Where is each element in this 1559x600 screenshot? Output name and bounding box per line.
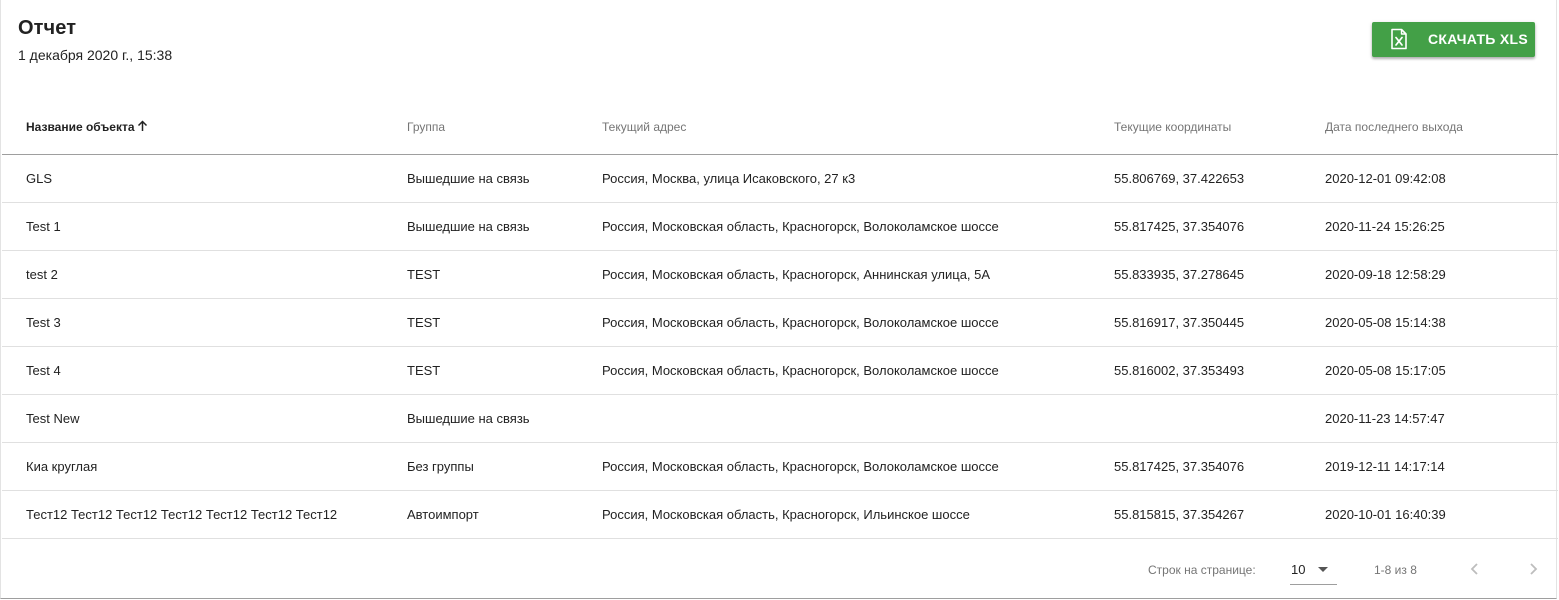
cell-address: Россия, Московская область, Красногорск,…	[602, 346, 1114, 395]
cell-address: Россия, Московская область, Красногорск,…	[602, 298, 1114, 347]
cell-coordinates: 55.817425, 37.354076	[1114, 442, 1325, 491]
rows-per-page-label: Строк на странице:	[1148, 563, 1256, 577]
table-row[interactable]: Test 3 TEST Россия, Московская область, …	[2, 298, 1558, 347]
report-table: Название объекта Группа Текущий адрес Те…	[2, 100, 1558, 539]
cell-date: 2020-10-01 16:40:39	[1325, 490, 1558, 539]
cell-coordinates: 55.817425, 37.354076	[1114, 202, 1325, 251]
report-header: Отчет 1 декабря 2020 г., 15:38 СКАЧАТЬ X…	[1, 0, 1556, 100]
cell-name: Test 3	[2, 298, 407, 347]
cell-address: Россия, Московская область, Красногорск,…	[602, 202, 1114, 251]
cell-name: Test New	[2, 394, 407, 443]
report-date: 1 декабря 2020 г., 15:38	[18, 47, 173, 63]
cell-date: 2019-12-11 14:17:14	[1325, 442, 1558, 491]
cell-address: Россия, Московская область, Красногорск,…	[602, 250, 1114, 299]
cell-date: 2020-12-01 09:42:08	[1325, 154, 1558, 203]
cell-address: Россия, Московская область, Красногорск,…	[602, 490, 1114, 539]
cell-name: Тест12 Тест12 Тест12 Тест12 Тест12 Тест1…	[2, 490, 407, 539]
column-header-label: Группа	[407, 119, 446, 134]
cell-coordinates: 55.816002, 37.353493	[1114, 346, 1325, 395]
column-header-label: Текущий адрес	[602, 119, 687, 134]
excel-file-icon	[1391, 28, 1407, 50]
chevron-right-icon[interactable]	[1523, 559, 1543, 579]
table-row[interactable]: Тест12 Тест12 Тест12 Тест12 Тест12 Тест1…	[2, 490, 1558, 539]
table-row[interactable]: GLS Вышедшие на связь Россия, Москва, ул…	[2, 154, 1558, 203]
cell-name: Test 1	[2, 202, 407, 251]
cell-group: TEST	[407, 298, 602, 347]
cell-coordinates: 55.833935, 37.278645	[1114, 250, 1325, 299]
cell-group: Вышедшие на связь	[407, 394, 602, 443]
column-header-group[interactable]: Группа	[407, 100, 602, 155]
table-pagination: Строк на странице: 10 1-8 из 8	[1, 541, 1556, 598]
cell-name: GLS	[2, 154, 407, 203]
column-header-address[interactable]: Текущий адрес	[602, 100, 1114, 155]
table-row[interactable]: Test New Вышедшие на связь 2020-11-23 14…	[2, 394, 1558, 443]
cell-date: 2020-05-08 15:17:05	[1325, 346, 1558, 395]
cell-coordinates: 55.815815, 37.354267	[1114, 490, 1325, 539]
cell-address	[602, 394, 1114, 443]
download-xls-button[interactable]: СКАЧАТЬ XLS	[1372, 22, 1535, 57]
rows-per-page-value: 10	[1291, 562, 1306, 577]
download-xls-label: СКАЧАТЬ XLS	[1428, 31, 1528, 47]
chevron-left-icon[interactable]	[1465, 559, 1485, 579]
cell-coordinates: 55.816917, 37.350445	[1114, 298, 1325, 347]
column-header-coordinates[interactable]: Текущие координаты	[1114, 100, 1325, 155]
cell-address: Россия, Московская область, Красногорск,…	[602, 442, 1114, 491]
column-header-label: Дата последнего выхода	[1325, 119, 1463, 134]
cell-date: 2020-05-08 15:14:38	[1325, 298, 1558, 347]
table-row[interactable]: Test 1 Вышедшие на связь Россия, Московс…	[2, 202, 1558, 251]
page-title: Отчет	[18, 17, 77, 39]
pagination-range: 1-8 из 8	[1374, 563, 1417, 577]
rows-per-page-select[interactable]: 10	[1290, 555, 1337, 585]
table-row[interactable]: test 2 TEST Россия, Московская область, …	[2, 250, 1558, 299]
cell-name: Киа круглая	[2, 442, 407, 491]
cell-group: TEST	[407, 250, 602, 299]
cell-group: Вышедшие на связь	[407, 202, 602, 251]
cell-coordinates	[1114, 394, 1325, 443]
cell-group: Автоимпорт	[407, 490, 602, 539]
report-page: Отчет 1 декабря 2020 г., 15:38 СКАЧАТЬ X…	[0, 0, 1558, 599]
cell-address: Россия, Москва, улица Исаковского, 27 к3	[602, 154, 1114, 203]
cell-date: 2020-11-24 15:26:25	[1325, 202, 1558, 251]
caret-down-icon	[1318, 567, 1328, 572]
column-header-label: Текущие координаты	[1114, 119, 1232, 134]
cell-name: test 2	[2, 250, 407, 299]
arrow-up-icon	[137, 120, 147, 131]
table-header-row: Название объекта Группа Текущий адрес Те…	[2, 100, 1558, 155]
column-header-label: Название объекта	[26, 119, 135, 134]
cell-name: Test 4	[2, 346, 407, 395]
cell-coordinates: 55.806769, 37.422653	[1114, 154, 1325, 203]
cell-group: TEST	[407, 346, 602, 395]
cell-group: Без группы	[407, 442, 602, 491]
table-row[interactable]: Test 4 TEST Россия, Московская область, …	[2, 346, 1558, 395]
cell-date: 2020-11-23 14:57:47	[1325, 394, 1558, 443]
column-header-name[interactable]: Название объекта	[2, 100, 407, 155]
table-row[interactable]: Киа круглая Без группы Россия, Московска…	[2, 442, 1558, 491]
column-header-last-exit-date[interactable]: Дата последнего выхода	[1325, 100, 1558, 155]
cell-date: 2020-09-18 12:58:29	[1325, 250, 1558, 299]
cell-group: Вышедшие на связь	[407, 154, 602, 203]
